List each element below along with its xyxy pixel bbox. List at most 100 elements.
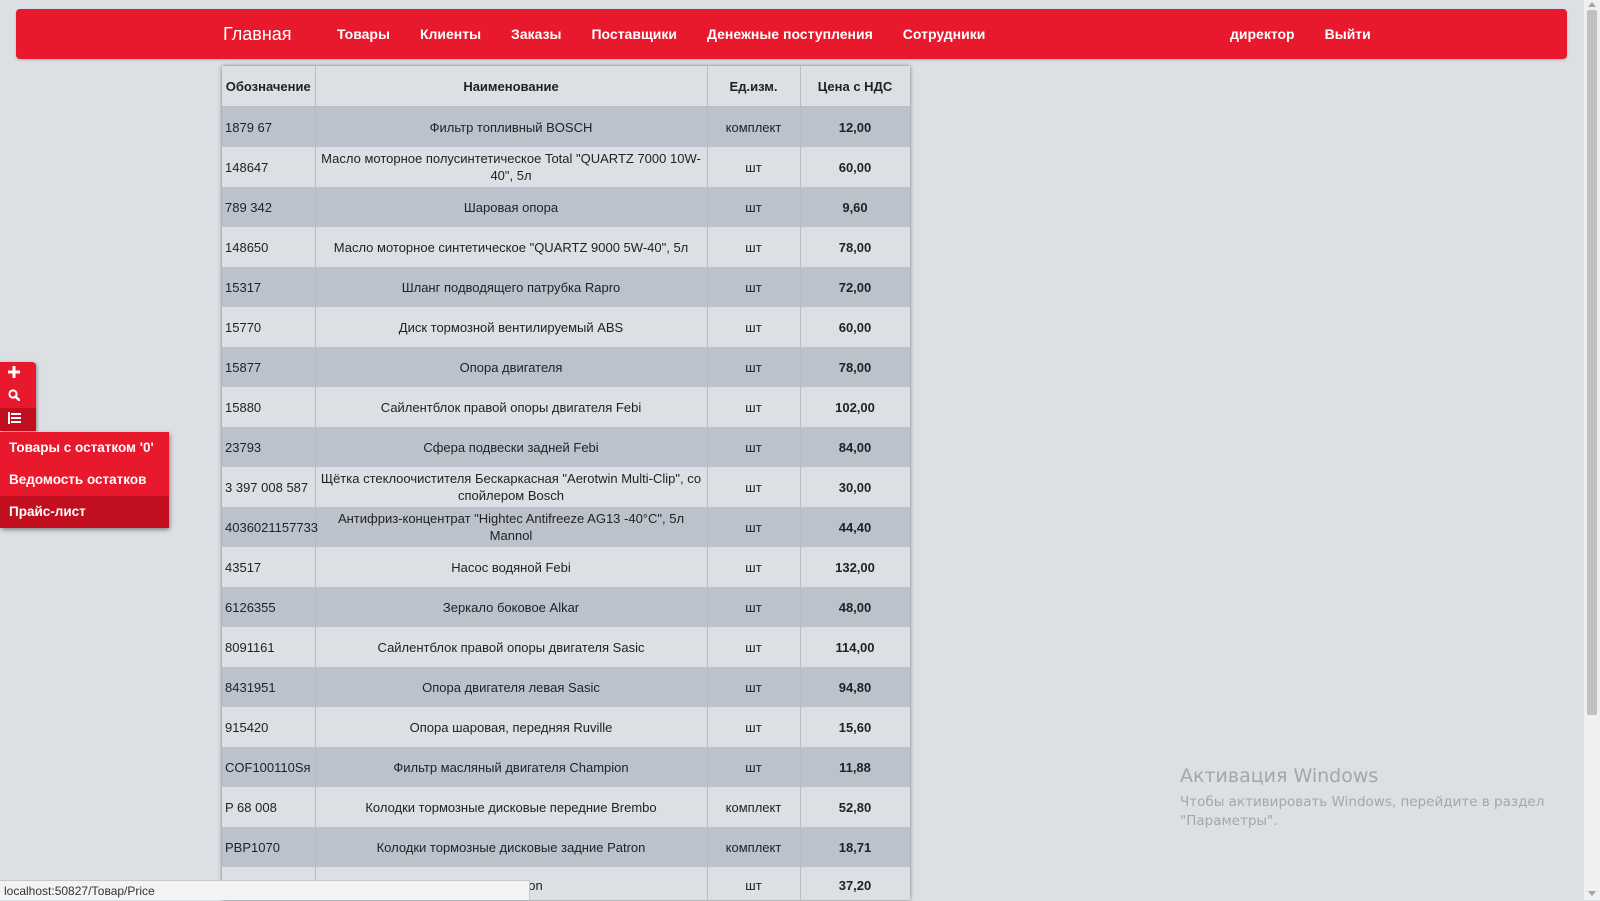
list-icon bbox=[8, 411, 21, 429]
table-row[interactable]: 8431951 Опора двигателя левая Sasic шт 94,8… bbox=[222, 667, 910, 707]
cell-code: 1879 67 bbox=[222, 106, 316, 147]
cell-code: P 68 008 bbox=[222, 787, 316, 827]
col-header-unit[interactable]: Ед.изм. bbox=[707, 66, 801, 107]
nav-user[interactable]: директор bbox=[1215, 9, 1310, 59]
nav-link-clients[interactable]: Клиенты bbox=[405, 9, 496, 59]
table-row[interactable]: COF100110Sя Фильтр масляный двигателя Cha… bbox=[222, 747, 910, 787]
col-header-price[interactable]: Цена с НДС bbox=[800, 66, 910, 107]
table-row[interactable]: 15317 Шланг подводящего патрубка Rapro шт 7… bbox=[222, 267, 910, 307]
watermark-title: Активация Windows bbox=[1180, 765, 1379, 787]
cell-code: PBP1070 bbox=[222, 827, 316, 867]
cell-name: Насос водяной Febi bbox=[315, 547, 708, 587]
table-row[interactable]: 148650 Масло моторное синтетическое "QUAR… bbox=[222, 227, 910, 267]
cell-code: 15877 bbox=[222, 347, 316, 387]
cell-name: Сайлентблок правой опоры двигателя Sasic bbox=[315, 627, 708, 667]
reports-menu: Товары с остатком '0' Ведомость остатков… bbox=[0, 432, 169, 528]
table-row[interactable]: 43517 Насос водяной Febi шт 132,00 bbox=[222, 547, 910, 587]
cell-code: 4036021157733 bbox=[222, 507, 318, 547]
table-row[interactable]: 915420 Опора шаровая, передняя Ruville шт 1… bbox=[222, 707, 910, 747]
nav-link-products[interactable]: Товары bbox=[322, 9, 405, 59]
top-navbar: Главная Товары Клиенты Заказы Поставщики… bbox=[16, 9, 1567, 59]
cell-unit: комплект bbox=[707, 106, 801, 147]
cell-unit: шт bbox=[707, 627, 801, 667]
cell-unit: шт bbox=[707, 867, 801, 900]
table-row[interactable]: 8091161 Сайлентблок правой опоры двигател… bbox=[222, 627, 910, 667]
reports-button[interactable] bbox=[0, 408, 36, 431]
cell-name: Шланг подводящего патрубка Rapro bbox=[315, 267, 708, 307]
table-row[interactable]: PBP1070 Колодки тормозные дисковые задние… bbox=[222, 827, 910, 867]
plus-icon bbox=[8, 365, 20, 383]
cell-unit: шт bbox=[707, 427, 801, 467]
cell-code: 6126355 bbox=[222, 587, 316, 627]
cell-price: 37,20 bbox=[800, 867, 910, 900]
table-row[interactable]: 15877 Опора двигателя шт 78,00 bbox=[222, 347, 910, 387]
cell-unit: шт bbox=[707, 547, 801, 587]
watermark-text: Чтобы активировать Windows, перейдите в … bbox=[1180, 794, 1545, 829]
menu-item-price-list[interactable]: Прайс-лист bbox=[0, 496, 169, 528]
table-row[interactable]: 789 342 Шаровая опора шт 9,60 bbox=[222, 187, 910, 227]
table-row[interactable]: 6126355 Зеркало боковое Alkar шт 48,00 bbox=[222, 587, 910, 627]
table-row[interactable]: 15770 Диск тормозной вентилируемый ABS шт 6… bbox=[222, 307, 910, 347]
scroll-thumb[interactable] bbox=[1587, 10, 1597, 715]
cell-price: 30,00 bbox=[800, 467, 910, 507]
cell-name: Опора двигателя bbox=[315, 347, 708, 387]
table-row[interactable]: P 68 008 Колодки тормозные дисковые перед… bbox=[222, 787, 910, 827]
cell-unit: комплект bbox=[707, 787, 801, 827]
cell-name: Сфера подвески задней Febi bbox=[315, 427, 708, 467]
logout-link[interactable]: Выйти bbox=[1310, 9, 1386, 59]
cell-name: Зеркало боковое Alkar bbox=[315, 587, 708, 627]
cell-name: Сайлентблок правой опоры двигателя Febi bbox=[315, 387, 708, 427]
table-row[interactable]: 23793 Сфера подвески задней Febi шт 84,00 bbox=[222, 427, 910, 467]
cell-price: 60,00 bbox=[800, 307, 910, 347]
cell-unit: шт bbox=[707, 507, 801, 547]
cell-price: 52,80 bbox=[800, 787, 910, 827]
cell-price: 114,00 bbox=[800, 627, 910, 667]
nav-link-employees[interactable]: Сотрудники bbox=[888, 9, 1001, 59]
table-row[interactable]: 1879 67 Фильтр топливный BOSCH комплект 12,… bbox=[222, 106, 910, 147]
cell-code: 3 397 008 587 bbox=[222, 467, 316, 507]
cell-price: 78,00 bbox=[800, 227, 910, 267]
cell-price: 44,40 bbox=[800, 507, 910, 547]
cell-unit: шт bbox=[707, 707, 801, 747]
cell-price: 72,00 bbox=[800, 267, 910, 307]
nav-link-suppliers[interactable]: Поставщики bbox=[576, 9, 692, 59]
menu-item-zero-stock[interactable]: Товары с остатком '0' bbox=[0, 432, 169, 464]
col-header-name[interactable]: Наименование bbox=[315, 66, 708, 107]
cell-code: 148647 bbox=[222, 147, 316, 187]
table-row[interactable]: 3 397 008 587 Щётка стеклоочистителя Беск… bbox=[222, 467, 910, 507]
table-row[interactable]: 15880 Сайлентблок правой опоры двигателя … bbox=[222, 387, 910, 427]
cell-name: Диск тормозной вентилируемый ABS bbox=[315, 307, 708, 347]
col-header-code[interactable]: Обозначение bbox=[222, 66, 316, 107]
price-table: Обозначение Наименование Ед.изм. Цена с … bbox=[222, 66, 910, 900]
search-button[interactable] bbox=[0, 385, 36, 408]
cell-unit: шт bbox=[707, 667, 801, 707]
nav-link-payments[interactable]: Денежные поступления bbox=[692, 9, 888, 59]
table-row[interactable]: 4036021157733 Антифриз-концентрат "Highte… bbox=[222, 507, 910, 547]
cell-code: 15770 bbox=[222, 307, 316, 347]
cell-code: 8091161 bbox=[222, 627, 316, 667]
cell-unit: шт bbox=[707, 467, 801, 507]
add-button[interactable] bbox=[0, 362, 36, 385]
cell-name: Колодки тормозные дисковые задние Patron bbox=[315, 827, 708, 867]
cell-name: Масло моторное полусинтетическое Total "… bbox=[315, 147, 708, 187]
cell-code: 915420 bbox=[222, 707, 316, 747]
cell-unit: шт bbox=[707, 307, 801, 347]
cell-price: 78,00 bbox=[800, 347, 910, 387]
nav-link-orders[interactable]: Заказы bbox=[496, 9, 576, 59]
page-scrollbar[interactable] bbox=[1584, 0, 1600, 900]
cell-name: Фильтр топливный BOSCH bbox=[315, 106, 708, 147]
cell-unit: шт bbox=[707, 747, 801, 787]
cell-unit: шт bbox=[707, 387, 801, 427]
scroll-down-arrow-icon[interactable] bbox=[1588, 891, 1596, 896]
cell-code: 8431951 bbox=[222, 667, 316, 707]
menu-item-stock-report[interactable]: Ведомость остатков bbox=[0, 464, 169, 496]
scroll-up-arrow-icon[interactable] bbox=[1588, 2, 1596, 7]
cell-unit: шт bbox=[707, 227, 801, 267]
cell-name: Опора шаровая, передняя Ruville bbox=[315, 707, 708, 747]
table-row[interactable]: 148647 Масло моторное полусинтетическое T… bbox=[222, 147, 910, 187]
cell-name: Антифриз-концентрат "Hightec Antifreeze … bbox=[315, 507, 708, 547]
cell-price: 12,00 bbox=[800, 106, 910, 147]
cell-price: 48,00 bbox=[800, 587, 910, 627]
cell-code: 789 342 bbox=[222, 187, 316, 227]
nav-brand-home[interactable]: Главная bbox=[223, 9, 292, 59]
